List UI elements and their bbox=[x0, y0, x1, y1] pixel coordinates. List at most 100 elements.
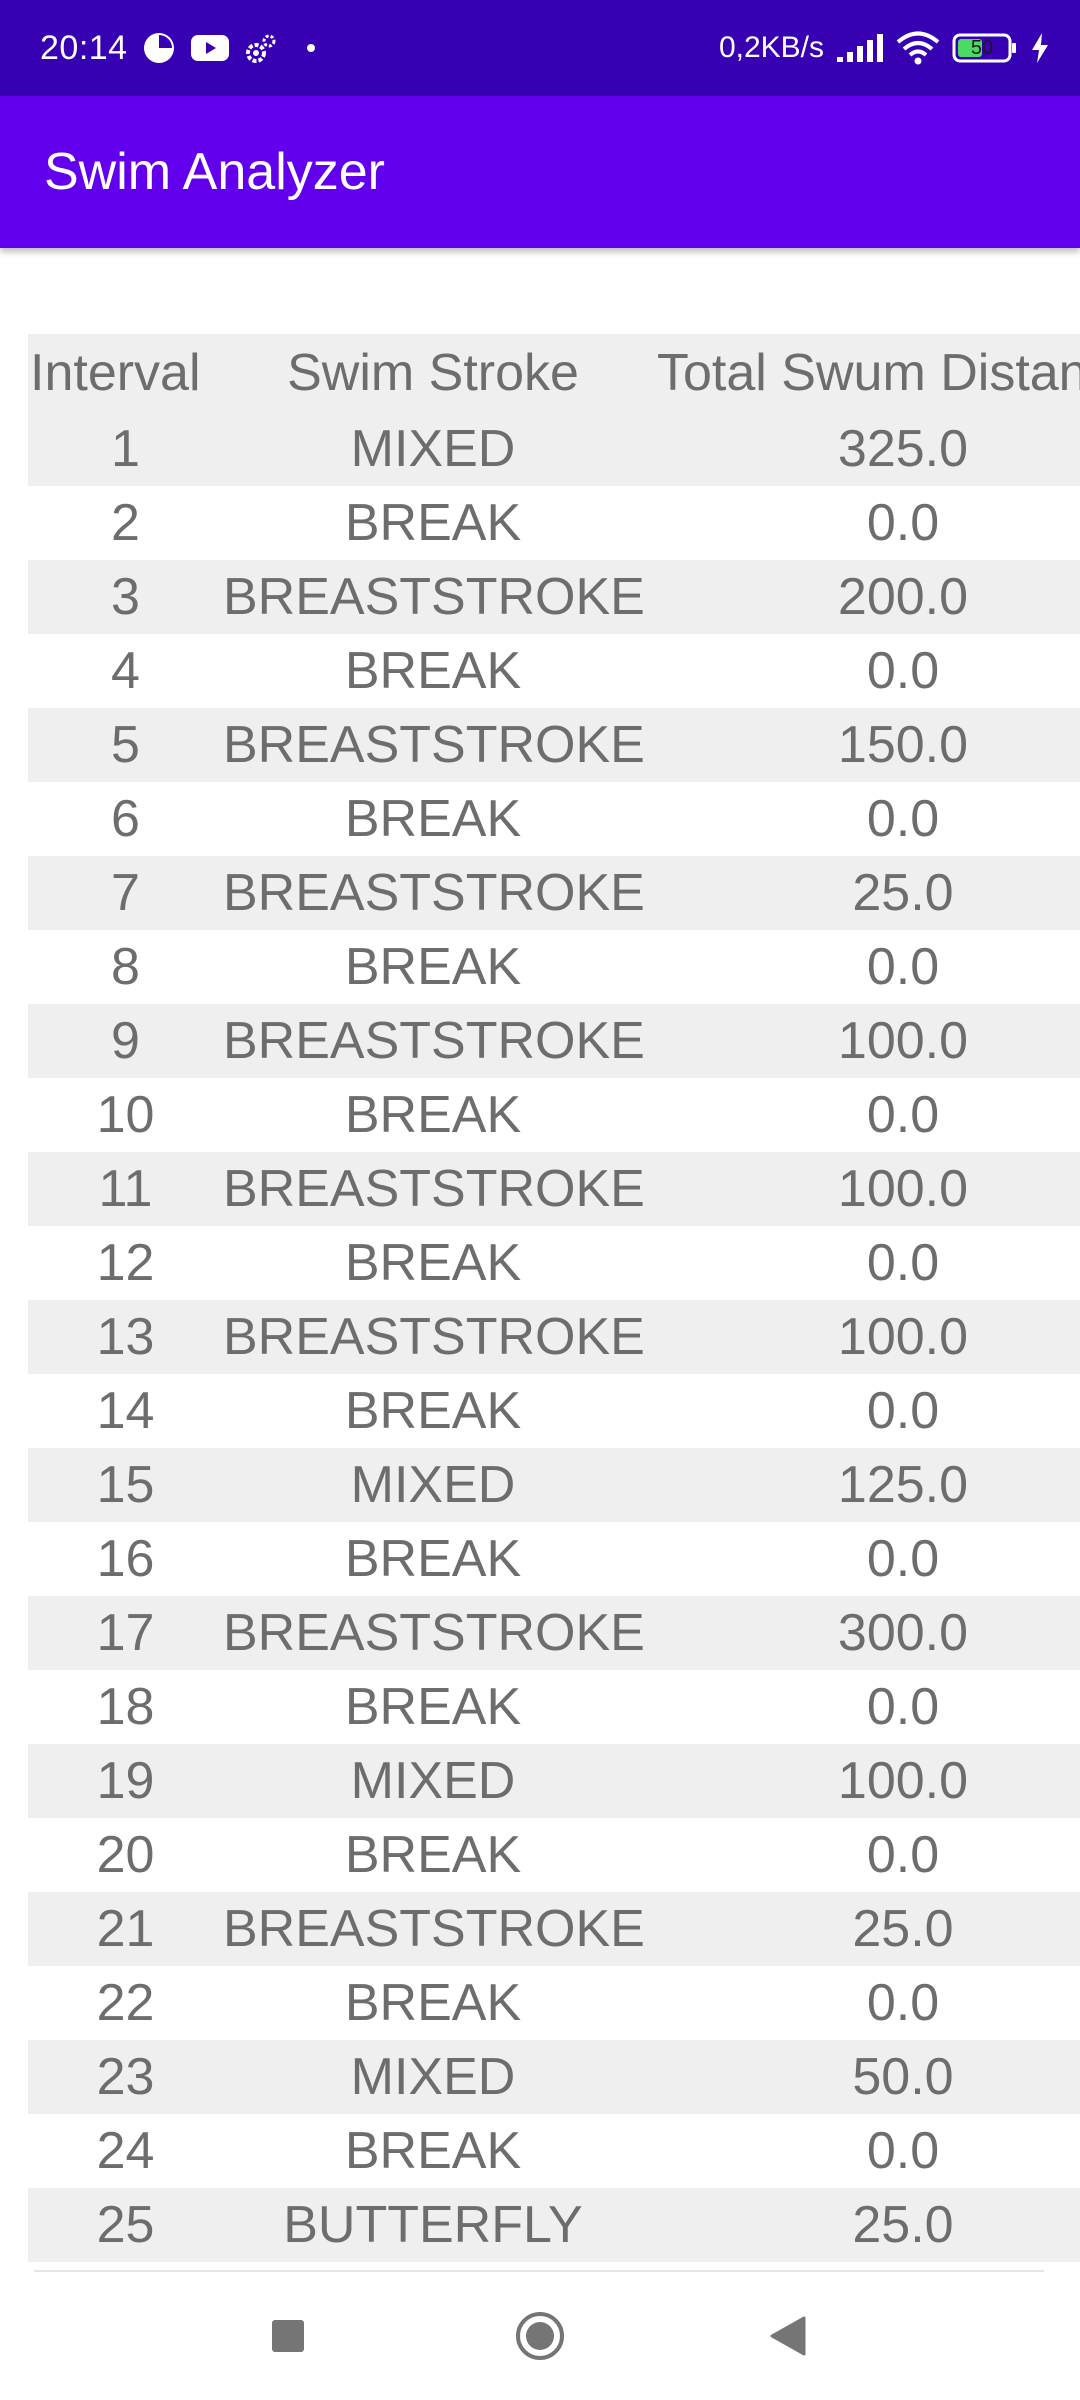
table-row[interactable]: 1 MIXED 325.0 bbox=[28, 412, 1080, 486]
cell-interval: 22 bbox=[96, 1974, 155, 2032]
table-row[interactable]: 25 BUTTERFLY 25.0 bbox=[28, 2188, 1080, 2262]
table-row[interactable]: 18 BREAK 0.0 bbox=[28, 1670, 1080, 1744]
intervals-table[interactable]: Interval Swim Stroke Total Swum Distance… bbox=[28, 334, 1080, 2262]
cell-total-distance: 200.0 bbox=[837, 568, 969, 626]
cell-swim-stroke: BREAK bbox=[344, 1530, 522, 1588]
cell-total-distance: 0.0 bbox=[866, 1974, 940, 2032]
wifi-icon bbox=[896, 31, 940, 65]
table-row[interactable]: 4 BREAK 0.0 bbox=[28, 634, 1080, 708]
table-row[interactable]: 8 BREAK 0.0 bbox=[28, 930, 1080, 1004]
header-swim-stroke: Swim Stroke bbox=[287, 344, 579, 402]
cell-total-distance: 50.0 bbox=[852, 2048, 954, 2106]
table-row[interactable]: 16 BREAK 0.0 bbox=[28, 1522, 1080, 1596]
back-button[interactable] bbox=[728, 2272, 848, 2400]
table-row[interactable]: 3 BREASTSTROKE 200.0 bbox=[28, 560, 1080, 634]
cell-swim-stroke: BREASTSTROKE bbox=[223, 716, 645, 774]
navigation-bar bbox=[0, 2272, 1080, 2400]
cell-swim-stroke: BREASTSTROKE bbox=[223, 864, 645, 922]
table-row[interactable]: 21 BREASTSTROKE 25.0 bbox=[28, 1892, 1080, 1966]
cell-swim-stroke: MIXED bbox=[350, 2048, 516, 2106]
cell-total-distance: 0.0 bbox=[866, 1382, 940, 1440]
cell-swim-stroke: BREAK bbox=[344, 642, 522, 700]
cell-interval: 1 bbox=[111, 420, 140, 478]
circle-icon bbox=[516, 2312, 564, 2360]
youtube-icon bbox=[190, 33, 230, 63]
cell-total-distance: 0.0 bbox=[866, 2122, 940, 2180]
cell-total-distance: 100.0 bbox=[837, 1160, 969, 1218]
cell-interval: 14 bbox=[96, 1382, 155, 1440]
header-total-distance: Total Swum Distance bbox=[657, 344, 1080, 402]
cell-interval: 6 bbox=[111, 790, 140, 848]
cell-total-distance: 0.0 bbox=[866, 642, 940, 700]
cell-swim-stroke: BREAK bbox=[344, 1086, 522, 1144]
cell-swim-stroke: BREAK bbox=[344, 1826, 522, 1884]
table-row[interactable]: 22 BREAK 0.0 bbox=[28, 1966, 1080, 2040]
cell-swim-stroke: MIXED bbox=[350, 420, 516, 478]
cell-total-distance: 25.0 bbox=[852, 2196, 954, 2254]
cell-total-distance: 100.0 bbox=[837, 1308, 969, 1366]
app-title: Swim Analyzer bbox=[44, 143, 385, 201]
table-row[interactable]: 17 BREASTSTROKE 300.0 bbox=[28, 1596, 1080, 1670]
settings-icon bbox=[244, 31, 278, 65]
battery-icon: 50 bbox=[952, 32, 1018, 64]
cell-total-distance: 300.0 bbox=[837, 1604, 969, 1662]
table-row[interactable]: 7 BREASTSTROKE 25.0 bbox=[28, 856, 1080, 930]
status-time: 20:14 bbox=[40, 28, 128, 67]
cell-interval: 11 bbox=[98, 1160, 153, 1218]
table-row[interactable]: 24 BREAK 0.0 bbox=[28, 2114, 1080, 2188]
cell-total-distance: 100.0 bbox=[837, 1012, 969, 1070]
cell-swim-stroke: BREAK bbox=[344, 790, 522, 848]
table-row[interactable]: 10 BREAK 0.0 bbox=[28, 1078, 1080, 1152]
cell-interval: 8 bbox=[111, 938, 140, 996]
table-row[interactable]: 2 BREAK 0.0 bbox=[28, 486, 1080, 560]
table-row[interactable]: 15 MIXED 125.0 bbox=[28, 1448, 1080, 1522]
cell-interval: 9 bbox=[111, 1012, 140, 1070]
cell-swim-stroke: MIXED bbox=[350, 1456, 516, 1514]
cell-total-distance: 150.0 bbox=[837, 716, 969, 774]
status-left: 20:14 bbox=[40, 0, 316, 96]
cell-interval: 5 bbox=[111, 716, 140, 774]
cell-interval: 18 bbox=[96, 1678, 155, 1736]
cell-swim-stroke: BREAK bbox=[344, 1974, 522, 2032]
table-row[interactable]: 11 BREASTSTROKE 100.0 bbox=[28, 1152, 1080, 1226]
table-row[interactable]: 12 BREAK 0.0 bbox=[28, 1226, 1080, 1300]
cell-interval: 4 bbox=[111, 642, 140, 700]
table-row[interactable]: 20 BREAK 0.0 bbox=[28, 1818, 1080, 1892]
pie-icon bbox=[142, 31, 176, 65]
cell-swim-stroke: BREAK bbox=[344, 494, 522, 552]
recents-button[interactable] bbox=[228, 2272, 348, 2400]
table-row[interactable]: 23 MIXED 50.0 bbox=[28, 2040, 1080, 2114]
cell-swim-stroke: BREAK bbox=[344, 1678, 522, 1736]
cell-interval: 2 bbox=[111, 494, 140, 552]
header-interval: Interval bbox=[30, 344, 201, 402]
cell-total-distance: 125.0 bbox=[837, 1456, 969, 1514]
triangle-back-icon bbox=[770, 2316, 806, 2356]
table-row[interactable]: 6 BREAK 0.0 bbox=[28, 782, 1080, 856]
cell-swim-stroke: BREAK bbox=[344, 1382, 522, 1440]
table-row[interactable]: 13 BREASTSTROKE 100.0 bbox=[28, 1300, 1080, 1374]
cell-swim-stroke: BREASTSTROKE bbox=[223, 568, 645, 626]
cell-swim-stroke: BUTTERFLY bbox=[283, 2196, 583, 2254]
cell-interval: 24 bbox=[96, 2122, 155, 2180]
table-row[interactable]: 14 BREAK 0.0 bbox=[28, 1374, 1080, 1448]
battery-level: 50 bbox=[970, 37, 994, 59]
table-row[interactable]: 9 BREASTSTROKE 100.0 bbox=[28, 1004, 1080, 1078]
table-row[interactable]: 5 BREASTSTROKE 150.0 bbox=[28, 708, 1080, 782]
cell-swim-stroke: MIXED bbox=[350, 1752, 516, 1810]
cell-interval: 16 bbox=[96, 1530, 155, 1588]
cell-total-distance: 0.0 bbox=[866, 1530, 940, 1588]
square-icon bbox=[272, 2320, 304, 2352]
cell-swim-stroke: BREAK bbox=[344, 938, 522, 996]
signal-icon bbox=[836, 33, 884, 63]
cell-interval: 3 bbox=[111, 568, 140, 626]
cell-swim-stroke: BREAK bbox=[344, 1234, 522, 1292]
cell-swim-stroke: BREASTSTROKE bbox=[223, 1604, 645, 1662]
cell-interval: 12 bbox=[96, 1234, 155, 1292]
cell-total-distance: 0.0 bbox=[866, 1086, 940, 1144]
cell-total-distance: 25.0 bbox=[852, 1900, 954, 1958]
dot-icon bbox=[306, 43, 316, 53]
home-button[interactable] bbox=[480, 2272, 600, 2400]
cell-total-distance: 0.0 bbox=[866, 1678, 940, 1736]
cell-total-distance: 0.0 bbox=[866, 790, 940, 848]
table-row[interactable]: 19 MIXED 100.0 bbox=[28, 1744, 1080, 1818]
